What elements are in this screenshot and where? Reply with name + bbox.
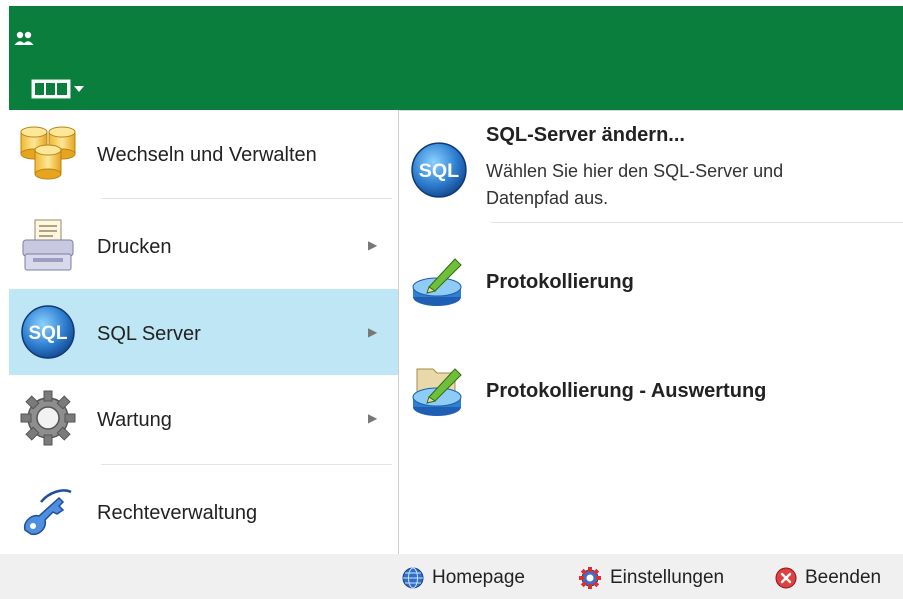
sql-icon: SQL xyxy=(19,303,77,361)
footer-bar: Homepage Einstellungen Beenden xyxy=(0,554,903,599)
main-menu: Wechseln und Verwalten Drucken ▶ SQL SQL… xyxy=(9,110,398,554)
submenu-panel: SQL SQL-Server ändern... Wählen Sie hier… xyxy=(398,110,903,554)
menu-item-drucken[interactable]: Drucken ▶ xyxy=(9,202,398,288)
view-menu-button[interactable] xyxy=(31,76,91,102)
users-icon[interactable] xyxy=(13,28,35,50)
database-folder-pencil-icon xyxy=(409,359,469,419)
database-pencil-icon xyxy=(409,251,469,311)
exit-button[interactable]: Beenden xyxy=(775,566,881,590)
menu-item-label: Wartung xyxy=(97,409,172,431)
submenu-item-sql-server-aendern[interactable]: SQL SQL-Server ändern... Wählen Sie hier… xyxy=(399,111,903,221)
menu-item-label: SQL Server xyxy=(97,323,201,345)
menu-item-label: Drucken xyxy=(97,236,172,258)
settings-button[interactable]: Einstellungen xyxy=(578,566,724,590)
menu-item-wartung[interactable]: Wartung ▶ xyxy=(9,375,398,461)
menu-item-sql-server[interactable]: SQL SQL Server ▶ xyxy=(9,289,398,375)
submenu-item-title: SQL-Server ändern... xyxy=(486,124,685,146)
ribbon-header xyxy=(9,6,903,110)
menu-divider xyxy=(101,198,392,199)
chevron-right-icon: ▶ xyxy=(368,411,378,425)
svg-text:SQL: SQL xyxy=(419,160,459,182)
menu-divider xyxy=(101,464,392,465)
submenu-item-protokollierung-auswertung[interactable]: Protokollierung - Auswertung xyxy=(399,341,903,441)
chevron-right-icon: ▶ xyxy=(368,238,378,252)
menu-item-rechteverwaltung[interactable]: Rechteverwaltung xyxy=(9,468,398,554)
chevron-right-icon: ▶ xyxy=(368,325,378,339)
view-columns-icon xyxy=(31,79,84,99)
sql-icon: SQL xyxy=(409,140,469,200)
svg-text:SQL: SQL xyxy=(28,323,67,344)
database-stack-icon xyxy=(19,124,77,182)
submenu-item-title: Protokollierung - Auswertung xyxy=(486,380,767,402)
menu-item-label: Rechteverwaltung xyxy=(97,502,258,524)
key-icon xyxy=(19,482,77,540)
submenu-item-title: Protokollierung xyxy=(486,271,634,293)
settings-label: Einstellungen xyxy=(610,567,725,588)
submenu-item-description: Wählen Sie hier den SQL-Server und Daten… xyxy=(486,161,784,208)
homepage-label: Homepage xyxy=(432,567,525,588)
submenu-item-protokollierung[interactable]: Protokollierung xyxy=(399,231,903,331)
printer-icon xyxy=(19,216,77,274)
menu-item-wechseln-und-verwalten[interactable]: Wechseln und Verwalten xyxy=(9,110,398,196)
settings-gears-icon xyxy=(579,567,601,589)
gear-icon xyxy=(19,389,77,447)
close-circle-icon xyxy=(775,567,797,589)
submenu-divider xyxy=(491,222,903,223)
homepage-button[interactable]: Homepage xyxy=(402,566,525,590)
exit-label: Beenden xyxy=(805,567,882,588)
menu-item-label: Wechseln und Verwalten xyxy=(97,144,317,166)
globe-icon xyxy=(402,567,424,589)
